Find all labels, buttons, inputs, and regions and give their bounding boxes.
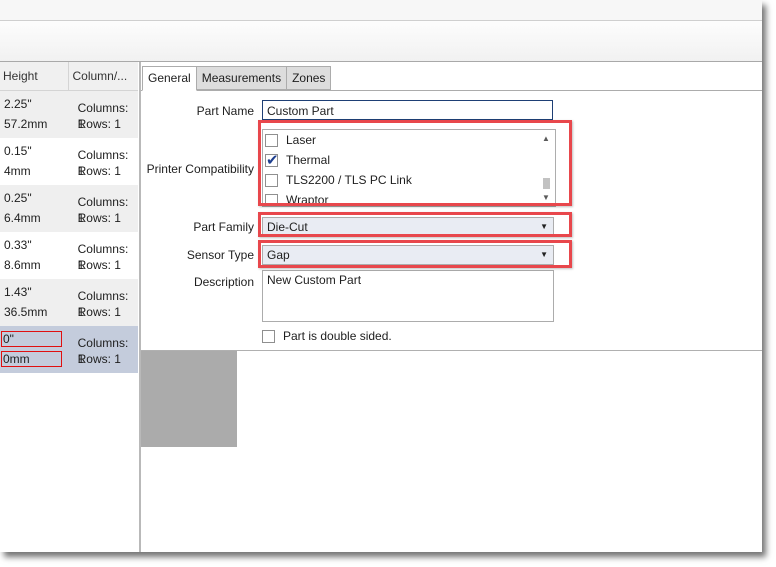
rows-count: Rows: 1: [77, 305, 121, 319]
columns-count: Columns: 1: [77, 195, 129, 225]
double-sided-label: Part is double sided.: [283, 329, 392, 343]
parts-grid: Height Column/... 2.25" 57.2mm Columns: 1…: [0, 62, 138, 552]
rows-count: Rows: 1: [77, 258, 121, 272]
column-header-height[interactable]: Height: [0, 62, 69, 90]
part-family-label: Part Family: [193, 220, 254, 234]
grid-row[interactable]: 0.25" 6.4mm Columns: 1 Rows: 1: [0, 185, 138, 232]
height-mm-input[interactable]: 0mm: [1, 351, 62, 367]
part-name-label: Part Name: [196, 104, 254, 118]
sensor-type-label: Sensor Type: [186, 248, 254, 262]
height-mm: 8.6mm: [4, 258, 41, 272]
description-label: Description: [193, 275, 254, 289]
printer-compatibility-label: Printer Compatibility: [146, 162, 254, 176]
toolbar: [0, 21, 762, 62]
label-preview: [141, 351, 237, 447]
highlight-part-family: [258, 212, 572, 237]
rows-count: Rows: 1: [77, 164, 121, 178]
height-in-input[interactable]: 0": [1, 331, 62, 347]
grid-row[interactable]: 1.43" 36.5mm Columns: 1 Rows: 1: [0, 279, 138, 326]
height-in: 0.25": [4, 191, 32, 205]
grid-row[interactable]: 0.33" 8.6mm Columns: 1 Rows: 1: [0, 232, 138, 279]
app-window: Height Column/... 2.25" 57.2mm Columns: 1…: [0, 0, 762, 552]
details-panel: General Measurements Zones Part Name Cus…: [141, 62, 762, 552]
grid-row[interactable]: 2.25" 57.2mm Columns: 1 Rows: 1: [0, 91, 138, 138]
rows-count: Rows: 1: [77, 352, 121, 366]
height-mm: 36.5mm: [4, 305, 48, 319]
height-in: 1.43": [4, 285, 32, 299]
tab-zones[interactable]: Zones: [286, 66, 332, 90]
tab-general[interactable]: General: [142, 66, 197, 91]
grid-row-selected[interactable]: 0" 0mm Columns: 1 Rows: 1: [0, 326, 138, 373]
grid-header: Height Column/...: [0, 62, 138, 91]
double-sided-option[interactable]: Part is double sided.: [262, 329, 392, 343]
tab-strip: General Measurements Zones: [142, 66, 332, 91]
rows-count: Rows: 1: [77, 117, 121, 131]
description-textarea[interactable]: New Custom Part: [262, 270, 554, 322]
rows-count: Rows: 1: [77, 211, 121, 225]
part-name-input[interactable]: Custom Part: [262, 100, 553, 120]
height-in: 0.15": [4, 144, 32, 158]
height-mm: 6.4mm: [4, 211, 41, 225]
double-sided-checkbox[interactable]: [262, 329, 275, 343]
tab-strip-line: [141, 90, 762, 91]
height-mm: 57.2mm: [4, 117, 48, 131]
columns-count: Columns: 1: [77, 289, 129, 319]
height-in: 0.33": [4, 238, 32, 252]
columns-count: Columns: 1: [77, 148, 129, 178]
highlight-printer-compatibility: [258, 120, 572, 206]
grid-row[interactable]: 0.15" 4mm Columns: 1 Rows: 1: [0, 138, 138, 185]
columns-count: Columns: 1: [77, 336, 129, 366]
column-header-columns[interactable]: Column/...: [69, 62, 139, 90]
highlight-sensor-type: [258, 240, 572, 268]
title-bar: [0, 0, 762, 21]
columns-count: Columns: 1: [77, 242, 129, 272]
columns-count: Columns: 1: [77, 101, 129, 131]
height-mm: 4mm: [4, 164, 31, 178]
height-in: 2.25": [4, 97, 32, 111]
tab-measurements[interactable]: Measurements: [195, 66, 288, 90]
